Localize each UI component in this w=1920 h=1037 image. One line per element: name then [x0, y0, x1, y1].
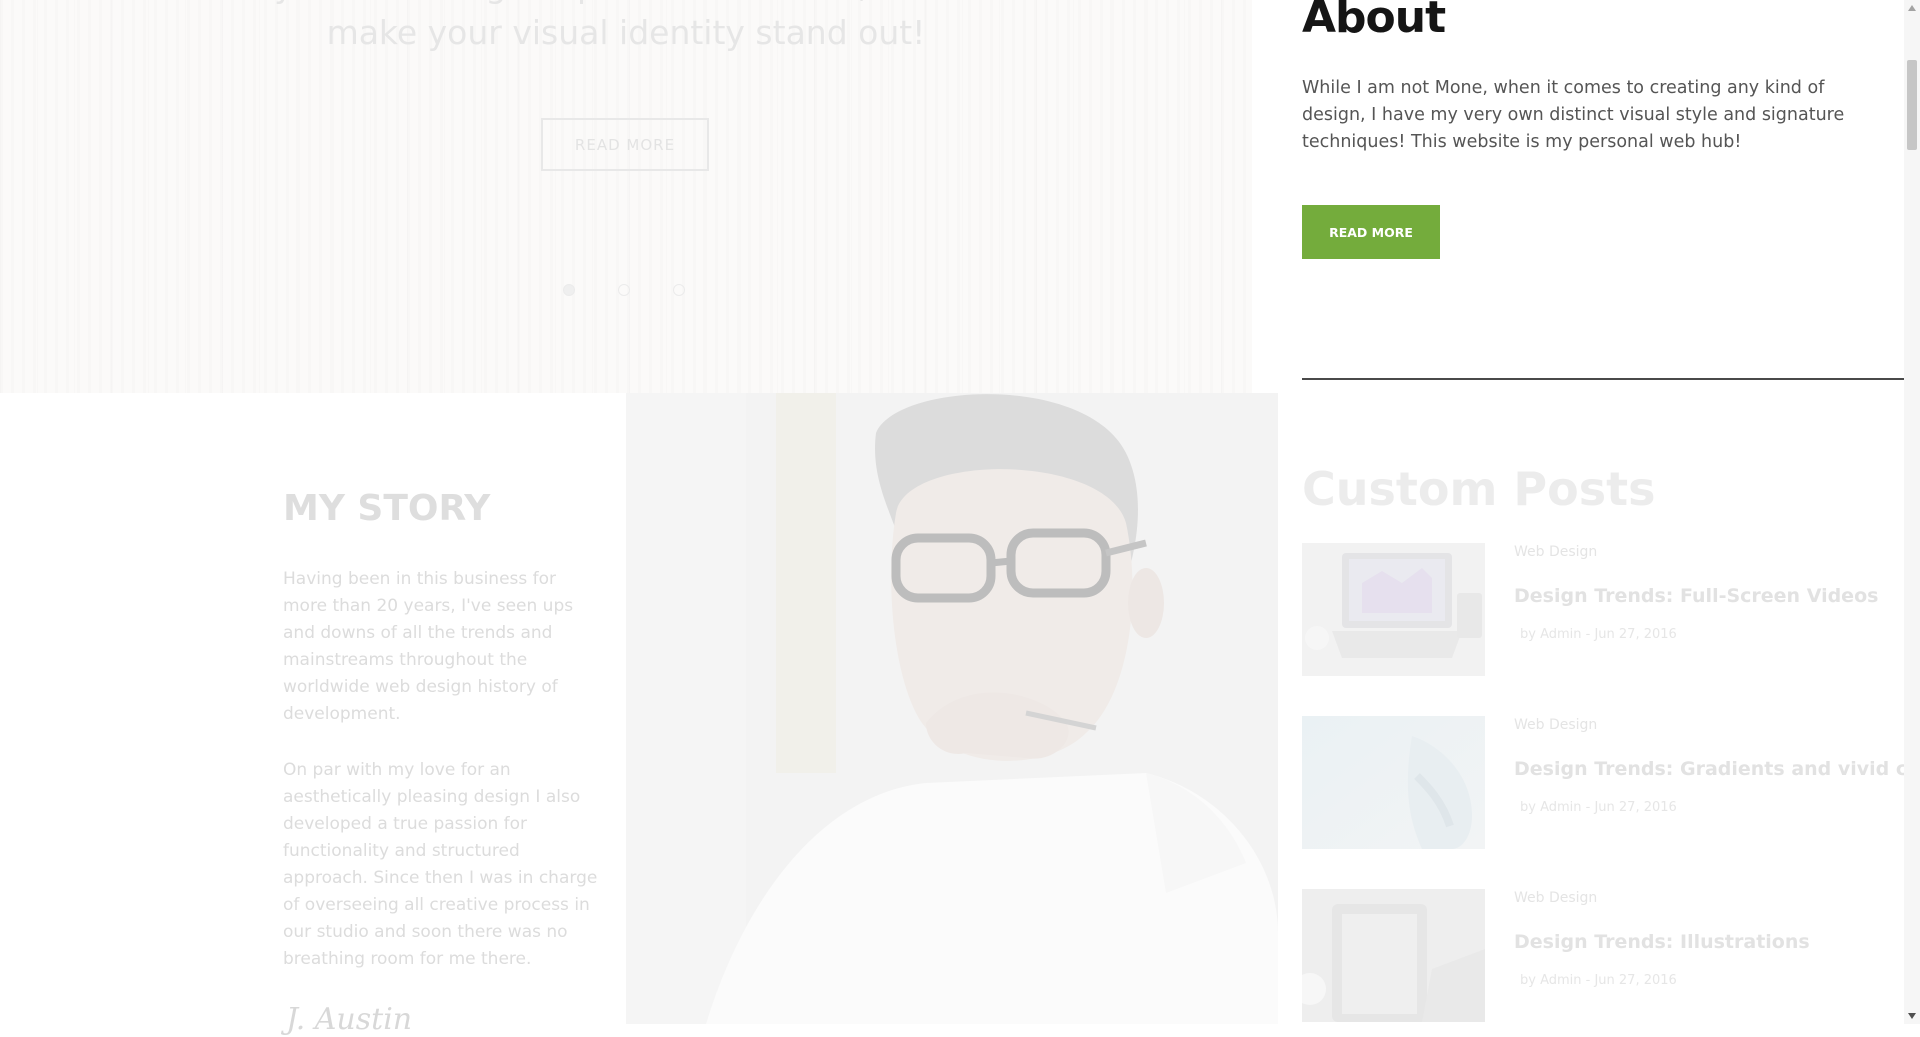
- man-with-glasses-illustration: [626, 393, 1278, 1024]
- tablet-thumbnail-icon[interactable]: [1302, 889, 1485, 1022]
- scrollbar-thumb[interactable]: [1907, 60, 1917, 150]
- slider-dot-3[interactable]: [673, 284, 685, 296]
- hero-heading: With 20+ years of design experience at h…: [109, 0, 1144, 52]
- custom-posts-title: Custom Posts: [1302, 462, 1656, 516]
- post-item[interactable]: Web Design Design Trends: Gradients and …: [1302, 716, 1920, 849]
- page-scrollbar[interactable]: [1904, 0, 1920, 1024]
- scroll-down-arrow-icon[interactable]: [1907, 1012, 1917, 1020]
- slider-dot-1[interactable]: [563, 284, 575, 296]
- about-text: While I am not Mone, when it comes to cr…: [1302, 78, 1845, 152]
- story-paragraph-2: On par with my love for an aesthetically…: [283, 760, 598, 969]
- portrait-image: [626, 393, 1278, 1024]
- signature: J. Austin: [286, 1002, 413, 1037]
- hand-touch-thumbnail-icon[interactable]: [1302, 716, 1485, 849]
- post-meta: by Admin - Jun 27, 2016: [1520, 627, 1677, 642]
- laptop-thumbnail-icon[interactable]: [1302, 543, 1485, 676]
- about-divider: [1302, 378, 1904, 380]
- post-item[interactable]: Web Design Design Trends: Full-Screen Vi…: [1302, 543, 1902, 676]
- post-category[interactable]: Web Design: [1514, 544, 1597, 560]
- post-meta: by Admin - Jun 27, 2016: [1520, 800, 1677, 815]
- post-title[interactable]: Design Trends: Illustrations: [1514, 931, 1810, 953]
- post-title[interactable]: Design Trends: Full-Screen Videos: [1514, 585, 1878, 607]
- post-title[interactable]: Design Trends: Gradients and vivid colou…: [1514, 758, 1920, 780]
- hero-read-more-button[interactable]: READ MORE: [541, 118, 709, 171]
- post-category[interactable]: Web Design: [1514, 890, 1597, 906]
- about-read-more-button[interactable]: READ MORE: [1302, 205, 1440, 259]
- story-paragraph-1: Having been in this business for more th…: [283, 569, 574, 724]
- scroll-up-arrow-icon[interactable]: [1907, 4, 1917, 12]
- story-title: MY STORY: [283, 488, 491, 529]
- about-title: About: [1302, 0, 1446, 43]
- slider-pagination: [563, 284, 685, 296]
- post-item[interactable]: Web Design Design Trends: Illustrations …: [1302, 889, 1902, 1022]
- post-category[interactable]: Web Design: [1514, 717, 1597, 733]
- hero-slider: With 20+ years of design experience at h…: [0, 0, 1252, 393]
- post-meta: by Admin - Jun 27, 2016: [1520, 973, 1677, 988]
- slider-dot-2[interactable]: [618, 284, 630, 296]
